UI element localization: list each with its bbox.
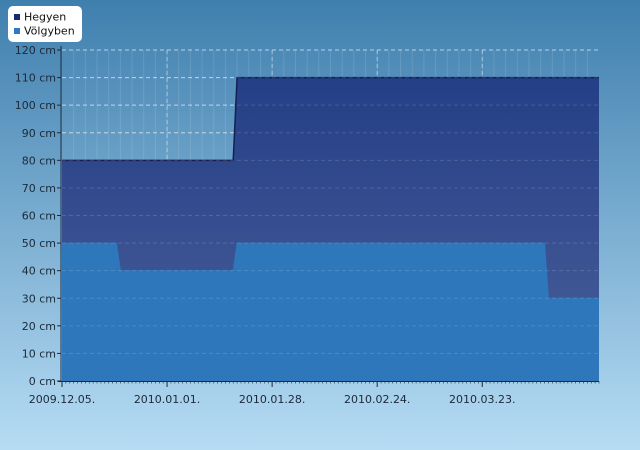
legend-swatch-volgyben (14, 28, 20, 34)
y-tick-label: 100 cm (15, 99, 56, 112)
y-tick-label: 20 cm (22, 320, 56, 333)
y-tick-label: 120 cm (15, 44, 56, 57)
y-tick-label: 40 cm (22, 265, 56, 278)
y-tick-label: 110 cm (15, 72, 56, 85)
legend: Hegyen Völgyben (8, 6, 82, 42)
y-tick-label: 90 cm (22, 127, 56, 140)
y-tick-label: 80 cm (22, 154, 56, 167)
y-tick-label: 50 cm (22, 237, 56, 250)
x-tick-label: 2010.01.01. (134, 393, 200, 406)
y-tick-label: 0 cm (29, 375, 56, 388)
x-tick-label: 2009.12.05. (29, 393, 95, 406)
x-tick-label: 2010.03.23. (449, 393, 515, 406)
y-tick-label: 60 cm (22, 210, 56, 223)
x-tick-label: 2010.01.28. (239, 393, 305, 406)
chart-svg: 0 cm 10 cm 20 cm 30 cm 40 cm 50 cm 60 cm 70 cm 8… (0, 0, 640, 450)
legend-label-hegyen: Hegyen (24, 11, 66, 24)
x-tick-label: 2010.02.24. (344, 393, 410, 406)
y-tick-label: 70 cm (22, 182, 56, 195)
legend-swatch-hegyen (14, 14, 20, 20)
chart: 0 cm 10 cm 20 cm 30 cm 40 cm 50 cm 60 cm 70 cm 8… (0, 0, 640, 450)
legend-label-volgyben: Völgyben (24, 25, 75, 38)
y-tick-label: 10 cm (22, 347, 56, 360)
y-tick-label: 30 cm (22, 292, 56, 305)
